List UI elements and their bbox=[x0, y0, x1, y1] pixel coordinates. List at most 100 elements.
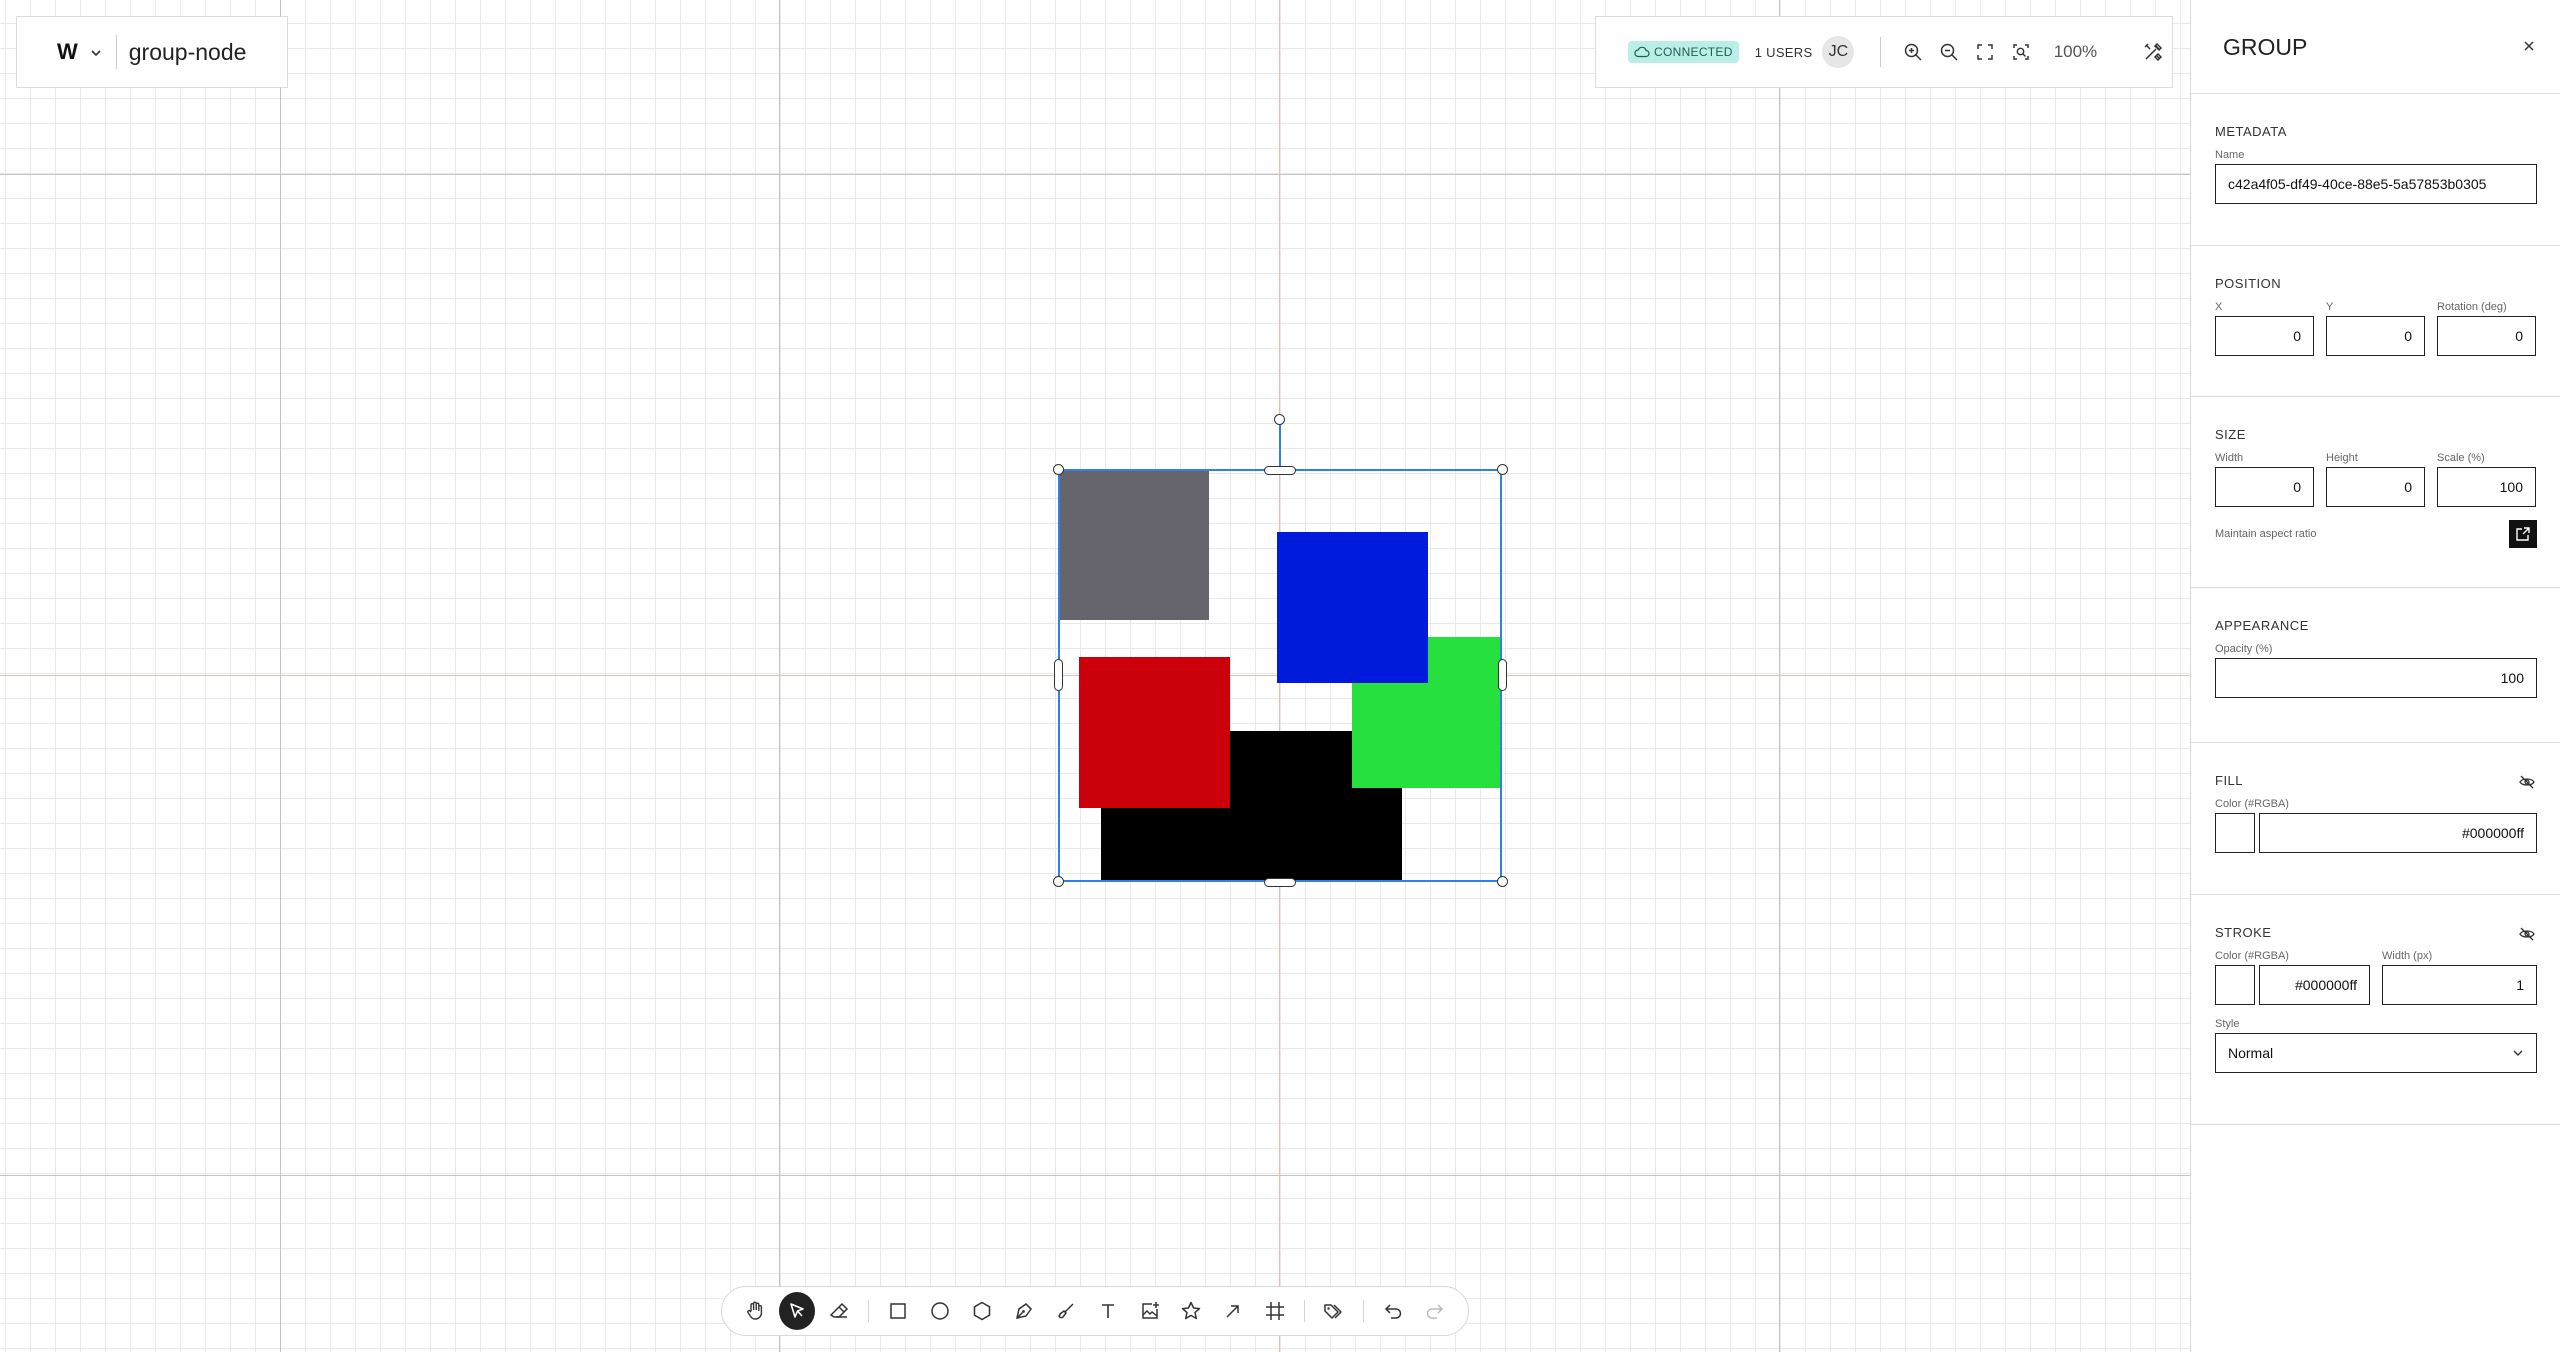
section-title: APPEARANCE bbox=[2215, 618, 2309, 633]
fill-section: FILL Color (#RGBA) #000000ff bbox=[2191, 743, 2560, 895]
tags-icon[interactable] bbox=[1316, 1292, 1352, 1330]
avatar[interactable]: JC bbox=[1822, 36, 1855, 68]
stroke-section: STROKE Color (#RGBA) #000000ff Width (px… bbox=[2191, 895, 2560, 1125]
section-title: METADATA bbox=[2215, 124, 2287, 139]
polygon-icon[interactable] bbox=[964, 1292, 1000, 1330]
image-icon[interactable] bbox=[1132, 1292, 1168, 1330]
aspect-ratio-label: Maintain aspect ratio bbox=[2215, 528, 2317, 540]
metadata-section: METADATA Name c42a4f05-df49-40ce-88e5-5a… bbox=[2191, 94, 2560, 246]
undo-icon[interactable] bbox=[1375, 1292, 1411, 1330]
selection-box[interactable] bbox=[1058, 469, 1502, 882]
rotation-stem bbox=[1279, 424, 1281, 469]
divider bbox=[1363, 1300, 1365, 1322]
hand-icon[interactable] bbox=[737, 1292, 773, 1330]
y-field[interactable]: 0 bbox=[2326, 316, 2425, 356]
section-title: SIZE bbox=[2215, 427, 2246, 442]
rotation-label: Rotation (deg) bbox=[2437, 301, 2507, 313]
connection-status-text: CONNECTED bbox=[1654, 45, 1733, 59]
rotation-handle[interactable] bbox=[1274, 414, 1285, 425]
divider bbox=[1304, 1300, 1306, 1322]
tools-toolbar bbox=[721, 1286, 1469, 1336]
resize-handle-bottom-left[interactable] bbox=[1053, 876, 1064, 887]
height-label: Height bbox=[2326, 452, 2358, 464]
stroke-style-label: Style bbox=[2215, 1018, 2240, 1030]
app-logo[interactable]: W bbox=[57, 39, 78, 65]
panel-header: GROUP bbox=[2191, 0, 2560, 94]
resize-handle-bottom-right[interactable] bbox=[1497, 876, 1508, 887]
zoom-in-icon[interactable] bbox=[1895, 34, 1931, 70]
fill-color-field[interactable]: #000000ff bbox=[2259, 813, 2537, 853]
section-title: POSITION bbox=[2215, 276, 2282, 291]
fill-color-swatch[interactable] bbox=[2215, 813, 2255, 853]
grid-major-line bbox=[280, 0, 281, 1352]
stroke-style-value: Normal bbox=[2228, 1045, 2274, 1061]
name-field[interactable]: c42a4f05-df49-40ce-88e5-5a57853b0305 bbox=[2215, 164, 2537, 204]
chevron-down-icon bbox=[2513, 1050, 2523, 1056]
rotation-field[interactable]: 0 bbox=[2437, 316, 2536, 356]
link-icon bbox=[2516, 527, 2530, 541]
frame-icon[interactable] bbox=[1257, 1292, 1293, 1330]
resize-handle-top-right[interactable] bbox=[1497, 464, 1508, 475]
resize-handle-top-left[interactable] bbox=[1053, 464, 1064, 475]
y-label: Y bbox=[2326, 301, 2334, 313]
section-title: STROKE bbox=[2215, 925, 2272, 940]
grid-major-line bbox=[0, 1175, 2190, 1176]
resize-handle-top[interactable] bbox=[1264, 466, 1296, 475]
text-icon[interactable] bbox=[1090, 1292, 1126, 1330]
pen-icon[interactable] bbox=[1006, 1292, 1042, 1330]
ellipse-icon[interactable] bbox=[922, 1292, 958, 1330]
divider bbox=[1880, 37, 1882, 67]
width-label: Width bbox=[2215, 452, 2244, 464]
star-icon[interactable] bbox=[1173, 1292, 1209, 1330]
cloud-icon bbox=[1634, 46, 1650, 58]
opacity-field[interactable]: 100 bbox=[2215, 658, 2537, 698]
chevron-down-icon[interactable] bbox=[90, 44, 102, 60]
zoom-out-icon[interactable] bbox=[1931, 34, 1967, 70]
stroke-color-field[interactable]: #000000ff bbox=[2259, 965, 2370, 1005]
connection-status-badge: CONNECTED bbox=[1628, 41, 1739, 63]
divider bbox=[115, 35, 117, 69]
status-panel: CONNECTED 1 USERS JC 100% bbox=[1595, 16, 2173, 88]
stroke-style-select[interactable]: Normal bbox=[2215, 1033, 2537, 1073]
select-icon[interactable] bbox=[778, 1292, 815, 1330]
stroke-width-label: Width (px) bbox=[2382, 950, 2433, 962]
section-title: FILL bbox=[2215, 773, 2244, 788]
panel-title: GROUP bbox=[2223, 34, 2308, 60]
x-field[interactable]: 0 bbox=[2215, 316, 2314, 356]
grid-major-line bbox=[779, 0, 780, 1352]
fit-screen-icon[interactable] bbox=[1967, 34, 2003, 70]
position-section: POSITION X 0 Y 0 Rotation (deg) 0 bbox=[2191, 246, 2560, 397]
fill-color-label: Color (#RGBA) bbox=[2215, 798, 2289, 810]
appearance-section: APPEARANCE Opacity (%) 100 bbox=[2191, 588, 2560, 743]
drawing-canvas[interactable] bbox=[0, 0, 2190, 1352]
redo-icon[interactable] bbox=[1417, 1292, 1453, 1330]
grid-major-line bbox=[0, 174, 2190, 175]
resize-handle-right[interactable] bbox=[1498, 659, 1507, 691]
aspect-ratio-toggle[interactable] bbox=[2509, 520, 2537, 548]
arrow-icon[interactable] bbox=[1215, 1292, 1251, 1330]
scale-field[interactable]: 100 bbox=[2437, 467, 2536, 507]
stroke-color-label: Color (#RGBA) bbox=[2215, 950, 2289, 962]
properties-panel: GROUP METADATA Name c42a4f05-df49-40ce-8… bbox=[2190, 0, 2560, 1352]
zoom-to-selection-icon[interactable] bbox=[2003, 34, 2039, 70]
stroke-color-swatch[interactable] bbox=[2215, 965, 2255, 1005]
eraser-icon[interactable] bbox=[821, 1292, 857, 1330]
divider bbox=[867, 1300, 869, 1322]
stroke-width-field[interactable]: 1 bbox=[2382, 965, 2537, 1005]
resize-handle-left[interactable] bbox=[1054, 659, 1063, 691]
size-section: SIZE Width 0 Height 0 Scale (%) 100 Main… bbox=[2191, 397, 2560, 588]
eye-off-icon[interactable] bbox=[2518, 925, 2536, 948]
brush-icon[interactable] bbox=[1048, 1292, 1084, 1330]
name-label: Name bbox=[2215, 149, 2245, 161]
project-name[interactable]: group-node bbox=[129, 39, 247, 66]
resize-handle-bottom[interactable] bbox=[1264, 878, 1296, 887]
project-panel: W group-node bbox=[16, 16, 288, 88]
width-field[interactable]: 0 bbox=[2215, 467, 2314, 507]
close-icon[interactable] bbox=[2515, 32, 2543, 60]
height-field[interactable]: 0 bbox=[2326, 467, 2425, 507]
opacity-label: Opacity (%) bbox=[2215, 643, 2273, 655]
zoom-level[interactable]: 100% bbox=[2045, 42, 2105, 62]
eye-off-icon[interactable] bbox=[2518, 773, 2536, 796]
rectangle-icon[interactable] bbox=[880, 1292, 916, 1330]
tools-icon[interactable] bbox=[2135, 34, 2171, 70]
